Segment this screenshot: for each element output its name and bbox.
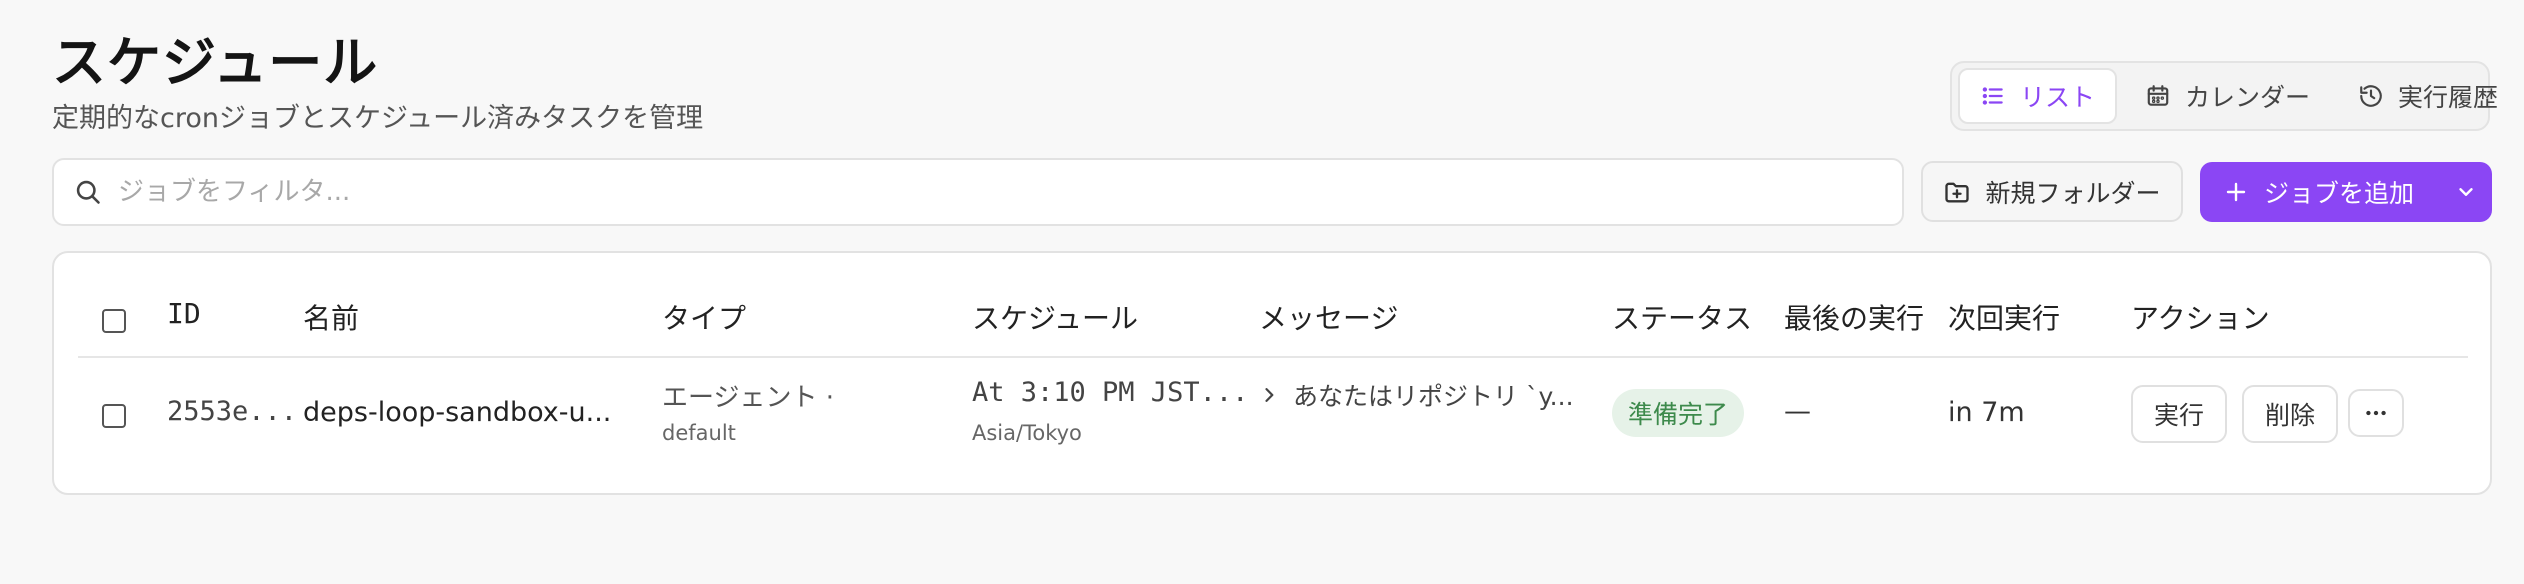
- job-type-profile: default: [662, 421, 736, 445]
- view-list-button[interactable]: リスト: [1958, 68, 2118, 124]
- more-actions-button[interactable]: [2348, 389, 2404, 437]
- job-message-text: あなたはリポジトリ `y...: [1293, 382, 1574, 411]
- row-checkbox[interactable]: [102, 404, 126, 428]
- more-horizontal-icon: [2366, 410, 2386, 416]
- view-history-button[interactable]: 実行履歴: [2338, 68, 2518, 124]
- view-calendar-button[interactable]: カレンダー: [2125, 68, 2330, 124]
- page-subtitle: 定期的なcronジョブとスケジュール済みタスクを管理: [52, 103, 704, 134]
- history-icon: [2360, 85, 2382, 107]
- run-button[interactable]: 実行: [2131, 385, 2227, 443]
- folder-plus-icon: [1945, 182, 1970, 202]
- job-id: 2553e...: [167, 396, 298, 427]
- column-message: メッセージ: [1259, 302, 1399, 335]
- new-folder-button[interactable]: 新規フォルダー: [1921, 161, 2183, 222]
- chevron-down-icon: [2459, 188, 2473, 196]
- view-history-label: 実行履歴: [2398, 83, 2499, 112]
- chevron-right-icon: [1265, 388, 1274, 402]
- job-name[interactable]: deps-loop-sandbox-u...: [303, 397, 611, 428]
- column-last-run: 最後の実行: [1784, 302, 1925, 335]
- column-type: タイプ: [662, 302, 747, 335]
- job-message[interactable]: あなたはリポジトリ `y...: [1259, 377, 1574, 413]
- add-job-split-button: ジョブを追加: [2200, 162, 2492, 222]
- job-last-run: —: [1784, 396, 1811, 427]
- page-title: スケジュール: [52, 31, 379, 94]
- column-next-run: 次回実行: [1948, 302, 2061, 335]
- header-divider: [78, 356, 2468, 358]
- status-badge: 準備完了: [1612, 389, 1745, 437]
- search-icon: [76, 180, 100, 204]
- job-timezone: Asia/Tokyo: [972, 421, 1082, 445]
- jobs-table: ID 名前 タイプ スケジュール メッセージ ステータス 最後の実行 次回実行 …: [52, 251, 2492, 495]
- new-folder-label: 新規フォルダー: [1985, 178, 2161, 208]
- plus-icon: [2226, 182, 2246, 202]
- job-next-run: in 7m: [1948, 397, 2025, 428]
- select-all-checkbox[interactable]: [102, 309, 126, 333]
- view-calendar-label: カレンダー: [2185, 83, 2311, 112]
- add-job-label: ジョブを追加: [2264, 179, 2415, 208]
- delete-button[interactable]: 削除: [2242, 385, 2338, 443]
- calendar-icon: [2147, 85, 2169, 106]
- view-list-label: リスト: [2020, 83, 2096, 112]
- column-id: ID: [167, 297, 201, 330]
- view-toggle: リスト カレンダー 実行履歴: [1950, 61, 2498, 131]
- search-box: [52, 158, 1904, 226]
- job-type: エージェント ·: [662, 383, 835, 413]
- column-actions: アクション: [2131, 302, 2270, 335]
- column-name: 名前: [303, 302, 360, 335]
- list-icon: [1982, 87, 2003, 105]
- add-job-dropdown-button[interactable]: [2440, 162, 2492, 222]
- column-status: ステータス: [1612, 302, 1753, 335]
- add-job-button[interactable]: ジョブを追加: [2200, 174, 2440, 210]
- column-schedule: スケジュール: [972, 302, 1139, 335]
- search-input[interactable]: [116, 176, 1880, 208]
- job-schedule: At 3:10 PM JST...: [972, 377, 1249, 408]
